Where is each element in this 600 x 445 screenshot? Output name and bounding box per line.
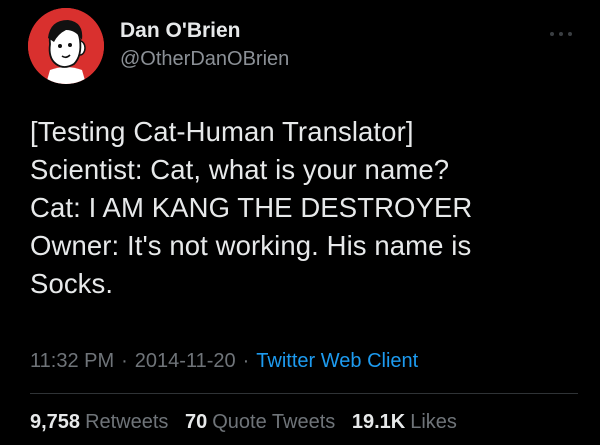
tweet-line: Socks. (30, 268, 114, 299)
tweet-card: Dan O'Brien @OtherDanOBrien [Testing Cat… (0, 0, 600, 445)
display-name[interactable]: Dan O'Brien (120, 18, 289, 44)
likes-label: Likes (410, 411, 457, 433)
tweet-time[interactable]: 11:32 PM (30, 350, 114, 372)
tweet-line: Cat: I AM KANG THE DESTROYER (30, 192, 473, 223)
separator: · (121, 350, 128, 372)
quote-tweets-count: 70 (185, 411, 208, 433)
separator: · (242, 350, 250, 372)
tweet-meta: 11:32 PM · 2014-11-20 · Twitter Web Client (30, 348, 418, 374)
more-horizontal-icon (550, 32, 572, 36)
tweet-line: Owner: It's not working. His name is (30, 230, 472, 261)
tweet-line: [Testing Cat-Human Translator] (30, 116, 414, 147)
likes-count: 19.1K (351, 411, 406, 433)
likes-stat[interactable]: 19.1K Likes (352, 409, 457, 435)
quote-tweets-stat[interactable]: 70 Quote Tweets (185, 409, 335, 435)
retweets-label: Retweets (85, 411, 169, 433)
author-block: Dan O'Brien @OtherDanOBrien (120, 18, 289, 72)
avatar[interactable] (28, 8, 104, 84)
tweet-text: [Testing Cat-Human Translator] Scientist… (30, 113, 575, 303)
more-options-button[interactable] (548, 26, 574, 36)
quote-tweets-label: Quote Tweets (212, 411, 336, 433)
tweet-line: Scientist: Cat, what is your name? (30, 154, 450, 185)
tweet-date[interactable]: 2014-11-20 (135, 350, 236, 372)
tweet-source-link[interactable]: Twitter Web Client (256, 350, 418, 372)
engagement-stats: 9,758 Retweets 70 Quote Tweets 19.1K Likes (30, 409, 468, 435)
retweets-count: 9,758 (30, 411, 81, 433)
cartoon-face-icon (28, 8, 104, 84)
user-handle[interactable]: @OtherDanOBrien (120, 46, 289, 72)
retweets-stat[interactable]: 9,758 Retweets (30, 409, 168, 435)
divider (30, 393, 578, 394)
